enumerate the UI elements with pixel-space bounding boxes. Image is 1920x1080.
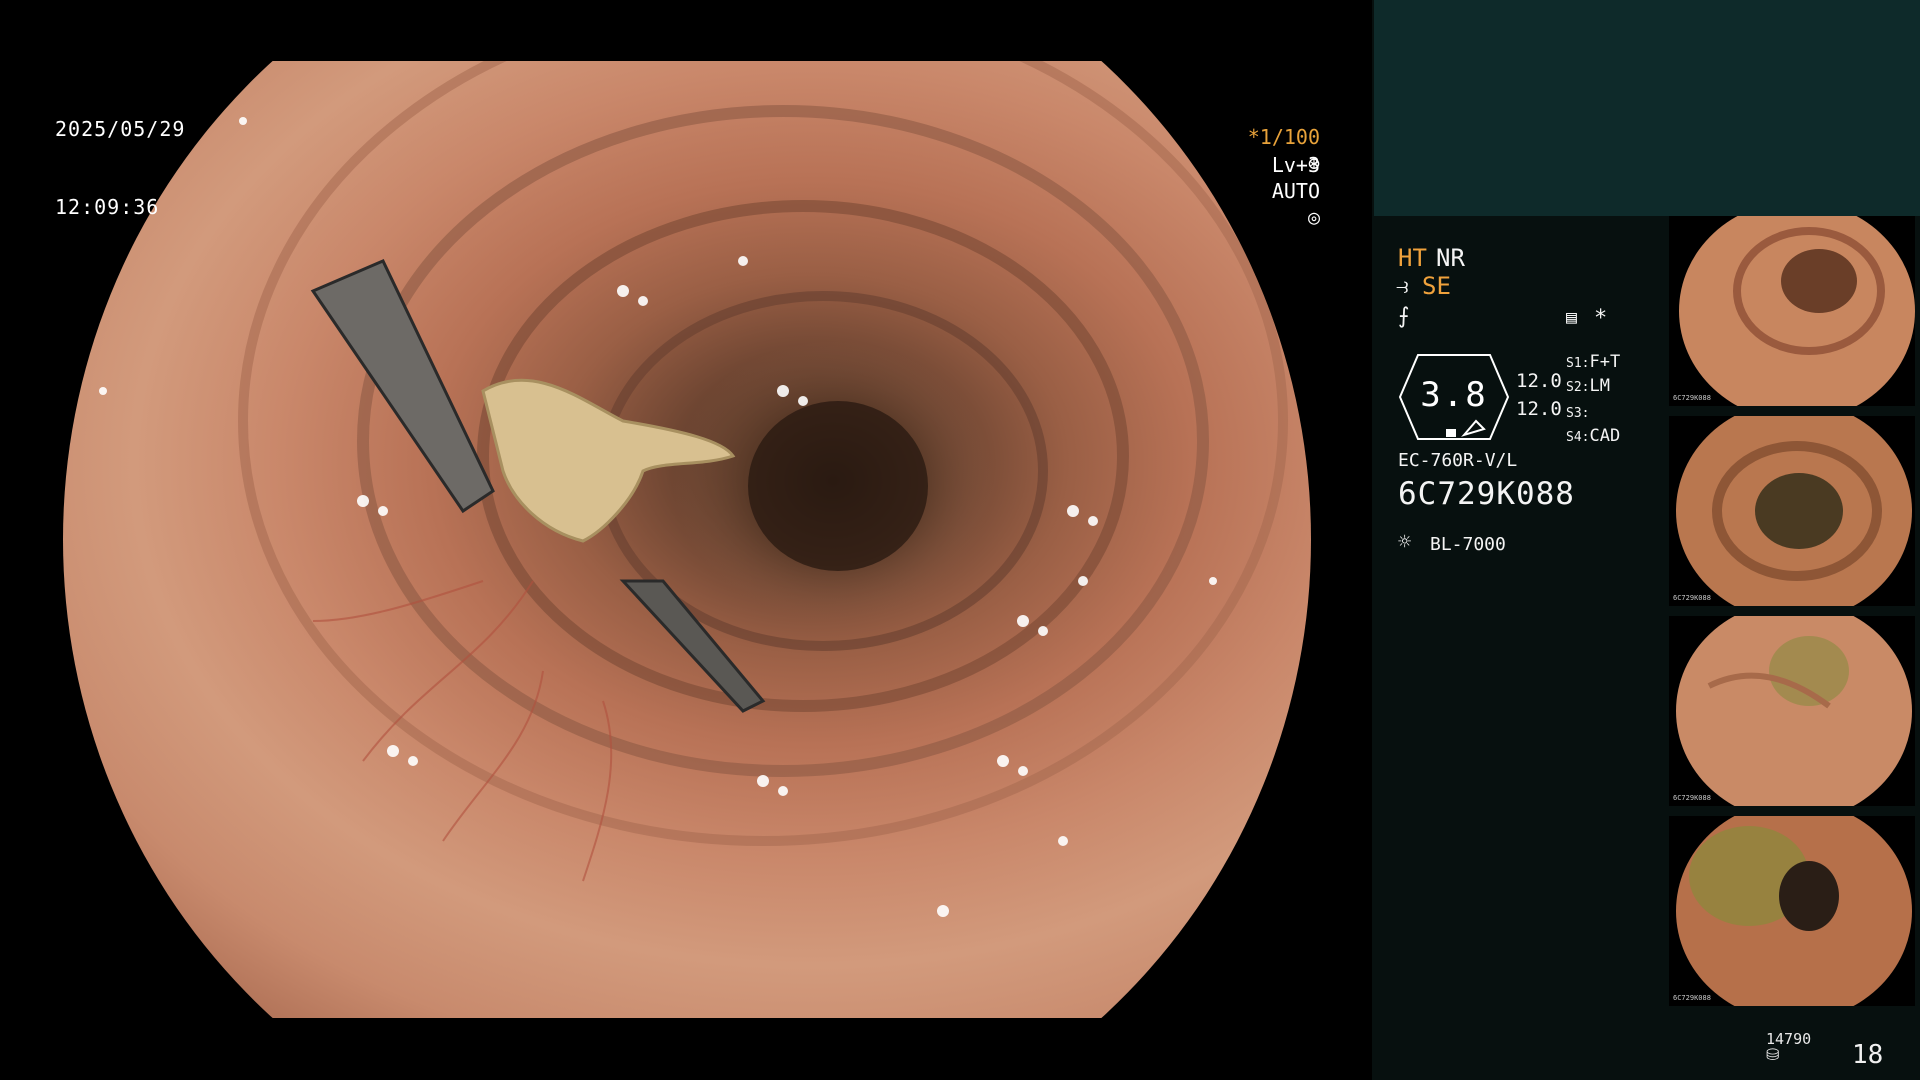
settings-info: HT NR ⥽ SE ⨍ ▤ * 3.8 12.0 12.0 S1:F+T S2… [1396,240,1658,600]
thumbnail-serial: 6C729K088 [1673,794,1711,802]
se-label: SE [1422,272,1451,300]
time-text: 12:09:36 [55,195,160,219]
panel-header-area [1374,0,1920,216]
scope-model: EC-760R-V/L [1398,450,1518,471]
setting-s3: S3: [1566,406,1590,421]
thumbnail-1[interactable]: 6C729K088 [1669,216,1915,406]
thumbnail-image [1669,616,1915,806]
se-mode-icon: ⥽ [1396,274,1409,299]
thumbnail-serial: 6C729K088 [1673,994,1711,1002]
thumbnail-image [1669,816,1915,1006]
thumbnail-2[interactable]: 6C729K088 [1669,416,1915,606]
thumbnail-image [1669,216,1915,406]
setting-s4: S4:CAD [1566,426,1621,446]
filter-icon: ⨍ [1398,304,1410,329]
thumbnail-3[interactable]: 6C729K088 [1669,616,1915,806]
structure-icon: ▤ [1566,307,1577,328]
ht-label: HT [1398,244,1427,272]
date-time-readout: 2025/05/29 12:09:36 [55,64,185,272]
exposure-readout: Lv+3 AUTO ◎ [1224,126,1320,256]
thumbnail-serial: 6C729K088 [1673,394,1711,402]
light-source-icon: ☼ [1398,530,1412,555]
level-text: Lv+3 [1271,153,1320,177]
scale-bottom: 12.0 [1516,398,1562,420]
page-number: 18 [1852,1040,1884,1070]
asterisk-mark: * [1594,306,1608,331]
exposure-mode-text: AUTO [1271,179,1320,203]
gauge-value: 3.8 [1420,375,1488,415]
scope-serial: 6C729K088 [1398,476,1575,512]
image-count: 14790 ⛁ [1766,1030,1811,1064]
thumbnail-image [1669,416,1915,606]
setting-s1: S1:F+T [1566,352,1621,372]
thumbnail-serial: 6C729K088 [1673,594,1711,602]
scale-top: 12.0 [1516,370,1562,392]
nr-label: NR [1436,244,1465,272]
info-panel: HT NR ⥽ SE ⨍ ▤ * 3.8 12.0 12.0 S1:F+T S2… [1372,0,1920,1080]
iris-icon: ◎ [1307,205,1320,229]
storage-icon: ⛁ [1766,1045,1780,1064]
setting-s2: S2:LM [1566,376,1610,396]
light-source-text: BL-7000 [1430,534,1506,555]
date-text: 2025/05/29 [55,117,186,141]
zoom-gauge: 3.8 [1398,351,1510,443]
colon-lumen-image [63,61,1311,1018]
lumen-illustration [99,61,1288,917]
thumbnail-4[interactable]: 6C729K088 [1669,816,1915,1006]
endoscope-main-view: 2025/05/29 12:09:36 *1/100 ⊛ Lv+3 AUTO ◎ [0,0,1372,1080]
